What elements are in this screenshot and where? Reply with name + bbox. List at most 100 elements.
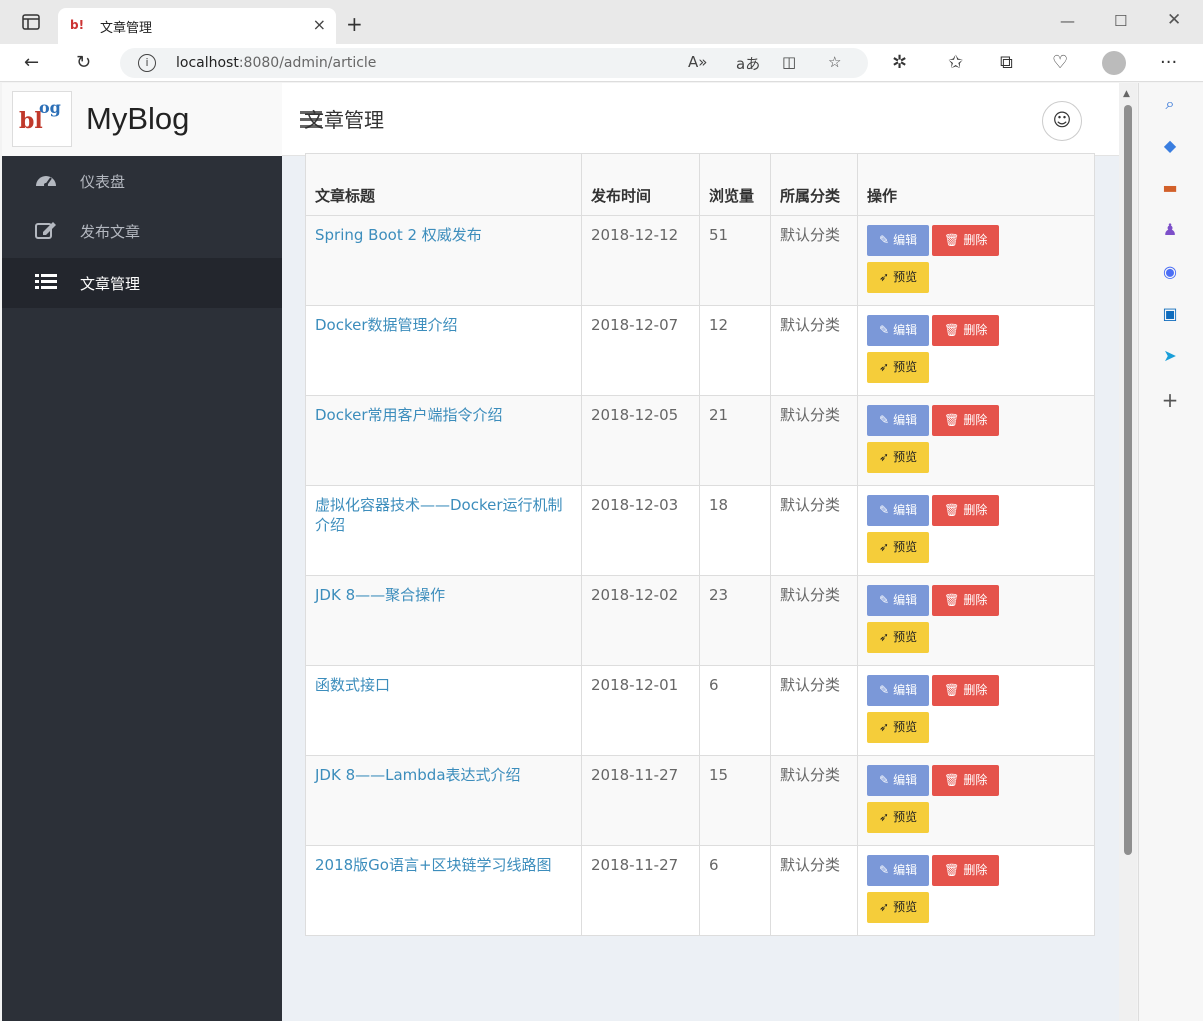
preview-button[interactable]: ➶ 预览 <box>867 442 930 473</box>
article-title-cell: Docker常用客户端指令介绍 <box>305 395 582 486</box>
table-row: Docker数据管理介绍 2018-12-07 12 默认分类 ✎ 编辑 🗑 删除 ➶ 预览 <box>305 305 1095 396</box>
article-title-cell: JDK 8——Lambda表达式介绍 <box>305 755 582 846</box>
preview-button[interactable]: ➶ 预览 <box>867 802 930 833</box>
office-icon[interactable]: ◉ <box>1159 261 1181 283</box>
profile-avatar[interactable] <box>1102 51 1126 75</box>
publish-date-cell: 2018-12-01 <box>581 665 700 756</box>
page-scrollbar[interactable]: ▲ <box>1119 83 1137 1021</box>
edit-icon: ✎ <box>879 593 890 607</box>
outlook-icon[interactable]: ▣ <box>1159 303 1181 325</box>
preview-button[interactable]: ➶ 预览 <box>867 262 930 293</box>
trash-icon: 🗑 <box>944 863 960 877</box>
trash-icon: 🗑 <box>944 413 960 427</box>
scroll-thumb[interactable] <box>1124 105 1132 855</box>
sidebar-item-dashboard[interactable]: 仪表盘 <box>2 156 282 206</box>
publish-date-cell: 2018-12-05 <box>581 395 700 486</box>
site-info-icon[interactable]: i <box>138 54 156 72</box>
views-cell: 21 <box>699 395 771 486</box>
delete-button[interactable]: 🗑 删除 <box>932 765 1000 796</box>
more-menu-icon[interactable]: ··· <box>1160 52 1177 73</box>
views-cell: 51 <box>699 215 771 306</box>
category-cell: 默认分类 <box>770 575 858 666</box>
new-tab-icon[interactable]: + <box>346 12 363 36</box>
preview-button[interactable]: ➶ 预览 <box>867 712 930 743</box>
preview-button[interactable]: ➶ 预览 <box>867 622 930 653</box>
user-avatar[interactable]: ☺ <box>1042 101 1082 141</box>
favorite-star-icon[interactable]: ☆ <box>828 53 841 71</box>
games-icon[interactable]: ♟ <box>1159 219 1181 241</box>
refresh-icon[interactable]: ↻ <box>76 52 91 73</box>
search-icon[interactable]: ⌕ <box>1159 93 1181 115</box>
sidebar-item-articles[interactable]: 文章管理 <box>2 258 282 308</box>
top-navbar: ☺ <box>282 83 1119 156</box>
minimize-icon[interactable]: — <box>1060 12 1075 30</box>
article-title-cell: JDK 8——聚合操作 <box>305 575 582 666</box>
browser-tab[interactable]: b! 文章管理 × <box>58 8 336 44</box>
article-title-link[interactable]: 虚拟化容器技术——Docker运行机制介绍 <box>315 496 563 534</box>
add-icon[interactable]: + <box>1159 389 1181 411</box>
sidebar-item-publish[interactable]: 发布文章 <box>2 206 282 256</box>
actions-cell: ✎ 编辑 🗑 删除 ➶ 预览 <box>857 665 1095 756</box>
edit-button[interactable]: ✎ 编辑 <box>867 765 930 796</box>
delete-button[interactable]: 🗑 删除 <box>932 405 1000 436</box>
tab-title: 文章管理 <box>100 21 153 36</box>
article-title-link[interactable]: JDK 8——Lambda表达式介绍 <box>315 766 521 784</box>
category-cell: 默认分类 <box>770 845 858 936</box>
delete-button[interactable]: 🗑 删除 <box>932 585 1000 616</box>
favorites-icon[interactable]: ✩ <box>948 52 963 73</box>
article-title-link[interactable]: Spring Boot 2 权威发布 <box>315 226 482 244</box>
preview-button[interactable]: ➶ 预览 <box>867 892 930 923</box>
publish-date-cell: 2018-12-07 <box>581 305 700 396</box>
edit-icon: ✎ <box>879 683 890 697</box>
sidebar-item-label: 发布文章 <box>80 223 141 241</box>
rocket-icon: ➶ <box>879 900 890 914</box>
article-title-link[interactable]: 函数式接口 <box>315 676 390 694</box>
views-cell: 12 <box>699 305 771 396</box>
tab-actions-icon[interactable] <box>22 14 40 30</box>
edit-button[interactable]: ✎ 编辑 <box>867 495 930 526</box>
immersive-reader-icon[interactable]: ◫ <box>782 53 796 71</box>
article-title-link[interactable]: 2018版Go语言+区块链学习线路图 <box>315 856 552 874</box>
edit-button[interactable]: ✎ 编辑 <box>867 405 930 436</box>
preview-button[interactable]: ➶ 预览 <box>867 352 930 383</box>
browser-toolbar: ← ↻ i localhost:8080/admin/article A» aあ… <box>0 44 1203 82</box>
table-row: JDK 8——Lambda表达式介绍 2018-11-27 15 默认分类 ✎ 编辑 🗑 删除… <box>305 755 1095 846</box>
article-title-link[interactable]: Docker常用客户端指令介绍 <box>315 406 503 424</box>
delete-button[interactable]: 🗑 删除 <box>932 315 1000 346</box>
extensions-icon[interactable]: ✲ <box>892 52 907 73</box>
trash-icon: 🗑 <box>944 593 960 607</box>
read-aloud-icon[interactable]: A» <box>688 53 707 71</box>
article-title-cell: Spring Boot 2 权威发布 <box>305 215 582 306</box>
delete-button[interactable]: 🗑 删除 <box>932 675 1000 706</box>
delete-button[interactable]: 🗑 删除 <box>932 855 1000 886</box>
edit-button[interactable]: ✎ 编辑 <box>867 855 930 886</box>
tools-icon[interactable]: ▬ <box>1159 177 1181 199</box>
send-icon[interactable]: ➤ <box>1159 345 1181 367</box>
maximize-icon[interactable]: ☐ <box>1114 12 1127 30</box>
address-bar[interactable]: i localhost:8080/admin/article A» aあ ◫ ☆ <box>120 48 868 78</box>
edit-button[interactable]: ✎ 编辑 <box>867 585 930 616</box>
list-icon <box>35 274 57 289</box>
edit-button[interactable]: ✎ 编辑 <box>867 675 930 706</box>
views-cell: 6 <box>699 845 771 936</box>
collections-icon[interactable]: ⧉ <box>1000 52 1013 73</box>
scroll-up-arrow-icon[interactable]: ▲ <box>1123 89 1130 99</box>
delete-button[interactable]: 🗑 删除 <box>932 495 1000 526</box>
article-title-link[interactable]: JDK 8——聚合操作 <box>315 586 445 604</box>
edit-button[interactable]: ✎ 编辑 <box>867 315 930 346</box>
shopping-tag-icon[interactable]: ◆ <box>1159 135 1181 157</box>
close-tab-icon[interactable]: × <box>313 15 326 34</box>
delete-button[interactable]: 🗑 删除 <box>932 225 1000 256</box>
browser-essentials-icon[interactable]: ♡ <box>1052 52 1068 73</box>
article-title-link[interactable]: Docker数据管理介绍 <box>315 316 458 334</box>
translate-icon[interactable]: aあ <box>736 53 760 74</box>
edit-button[interactable]: ✎ 编辑 <box>867 225 930 256</box>
rocket-icon: ➶ <box>879 810 890 824</box>
column-header: 操作 <box>857 153 1095 216</box>
back-icon[interactable]: ← <box>24 52 39 73</box>
close-window-icon[interactable]: ✕ <box>1167 10 1181 30</box>
preview-button[interactable]: ➶ 预览 <box>867 532 930 563</box>
brand-header[interactable]: bl og MyBlog <box>2 83 282 156</box>
column-header: 所属分类 <box>770 153 858 216</box>
sidebar: bl og MyBlog 仪表盘 发布文章 文章管理 <box>2 83 282 1021</box>
